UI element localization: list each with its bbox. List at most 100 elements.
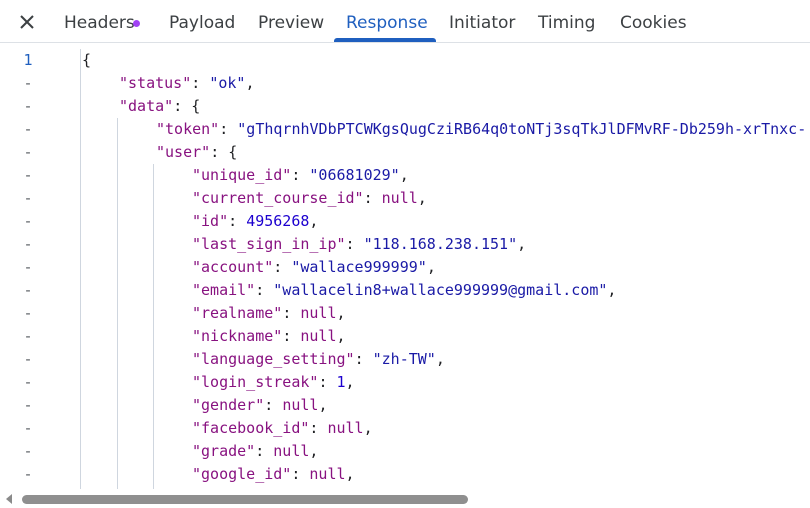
json-colon: : (318, 373, 337, 391)
line-gutter: - (23, 419, 33, 437)
json-colon: : (354, 350, 373, 368)
json-value: "06681029" (309, 166, 400, 184)
json-key: "unique_id" (192, 166, 292, 184)
code-line-content: "status": "ok", (119, 72, 254, 95)
json-key: "facebook_id" (192, 419, 310, 437)
tab-payload-label: Payload (169, 13, 236, 33)
json-brace: { (82, 51, 92, 69)
code-line-content: "id": 4956268, (192, 210, 318, 233)
json-key: "last_sign_in_ip" (192, 235, 346, 253)
code-line: - "gender": null, (0, 394, 810, 417)
code-line-content: "facebook_id": null, (192, 417, 373, 440)
json-key: "nickname" (192, 327, 283, 345)
json-value: null (300, 327, 337, 345)
code-line: - "login_streak": 1, (0, 371, 810, 394)
line-gutter: - (23, 442, 33, 460)
json-comma: , (517, 235, 527, 253)
line-gutter: - (23, 465, 33, 483)
line-gutter: - (23, 166, 33, 184)
json-comma: , (345, 373, 355, 391)
code-line: - "data": { (0, 95, 810, 118)
json-key: "status" (119, 74, 192, 92)
json-key: "login_streak" (192, 373, 319, 391)
json-colon: : (345, 235, 364, 253)
line-gutter: - (23, 258, 33, 276)
json-colon: : (255, 442, 274, 460)
json-colon: : (291, 166, 310, 184)
json-colon: : (273, 258, 292, 276)
line-gutter: - (23, 97, 33, 115)
json-value: null (273, 442, 310, 460)
json-key: "user" (156, 143, 211, 161)
json-comma: , (607, 281, 617, 299)
json-comma: , (399, 166, 409, 184)
json-key: "account" (192, 258, 274, 276)
scrollbar-thumb[interactable] (22, 495, 468, 504)
json-key: "token" (156, 120, 220, 138)
code-line-content: "grade": null, (192, 440, 318, 463)
code-line: - "grade": null, (0, 440, 810, 463)
code-line: - "user": { (0, 141, 810, 164)
close-icon[interactable] (17, 12, 37, 32)
json-colon: : (191, 74, 210, 92)
tab-initiator-label: Initiator (449, 13, 516, 33)
code-line-content: "token": "gThqrnhVDbPTCWKgsQugCziRB64q0t… (156, 118, 806, 141)
json-value: { (191, 97, 201, 115)
response-body-viewer[interactable]: 1{- "status": "ok", - "data": {- "token": "g… (0, 43, 810, 489)
json-comma: , (363, 419, 373, 437)
code-line-content: "user": { (156, 141, 237, 164)
scroll-left-arrow-icon[interactable] (6, 494, 12, 504)
json-key: "realname" (192, 304, 283, 322)
json-colon: : (282, 304, 301, 322)
code-line-content: "email": "wallacelin8+wallace999999@gmai… (192, 279, 616, 302)
code-line: - "email": "wallacelin8+wallace999999@gma… (0, 279, 810, 302)
json-colon: : (173, 97, 192, 115)
code-line: - "google_id": null, (0, 463, 810, 486)
headers-indicator-dot (133, 20, 140, 27)
tab-preview[interactable]: Preview (258, 0, 324, 42)
tab-cookies[interactable]: Cookies (620, 0, 687, 42)
json-colon: : (264, 396, 283, 414)
json-colon: : (210, 143, 229, 161)
line-gutter: - (23, 373, 33, 391)
active-tab-indicator (334, 38, 436, 42)
code-line: - "facebook_id": null, (0, 417, 810, 440)
code-line-content: "nickname": null, (192, 325, 346, 348)
json-value: { (228, 143, 238, 161)
json-value: null (381, 189, 418, 207)
json-comma: , (245, 74, 255, 92)
horizontal-scrollbar[interactable] (0, 489, 810, 508)
tab-response[interactable]: Response (346, 0, 428, 42)
json-comma: , (345, 465, 355, 483)
json-key: "gender" (192, 396, 265, 414)
json-value: "gThqrnhVDbPTCWKgsQugCziRB64q0toNTj3sqTk… (237, 120, 807, 138)
code-line-content: "unique_id": "06681029", (192, 164, 409, 187)
code-line-content: "language_setting": "zh-TW", (192, 348, 445, 371)
tab-payload[interactable]: Payload (169, 0, 235, 42)
json-key: "id" (192, 212, 229, 230)
json-comma: , (417, 189, 427, 207)
json-key: "current_course_id" (192, 189, 364, 207)
json-colon: : (363, 189, 382, 207)
code-line-content: "google_id": null, (192, 463, 355, 486)
tab-headers[interactable]: Headers (64, 0, 135, 42)
tab-response-label: Response (346, 13, 428, 33)
line-gutter: - (23, 189, 33, 207)
tab-initiator[interactable]: Initiator (449, 0, 515, 42)
tab-cookies-label: Cookies (620, 13, 687, 33)
code-line: - "account": "wallace999999", (0, 256, 810, 279)
json-value: null (309, 465, 346, 483)
json-comma: , (318, 396, 328, 414)
line-gutter: - (23, 74, 33, 92)
code-line: - "realname": null, (0, 302, 810, 325)
code-line-content: "account": "wallace999999", (192, 256, 436, 279)
json-value: "ok" (209, 74, 246, 92)
tab-timing[interactable]: Timing (538, 0, 595, 42)
code-line-content: "data": { (119, 95, 200, 118)
json-comma: , (336, 304, 346, 322)
json-comma: , (435, 350, 445, 368)
json-colon: : (219, 120, 238, 138)
code-line-content: { (82, 49, 91, 72)
code-line: - "last_sign_in_ip": "118.168.238.151", (0, 233, 810, 256)
json-colon: : (309, 419, 328, 437)
